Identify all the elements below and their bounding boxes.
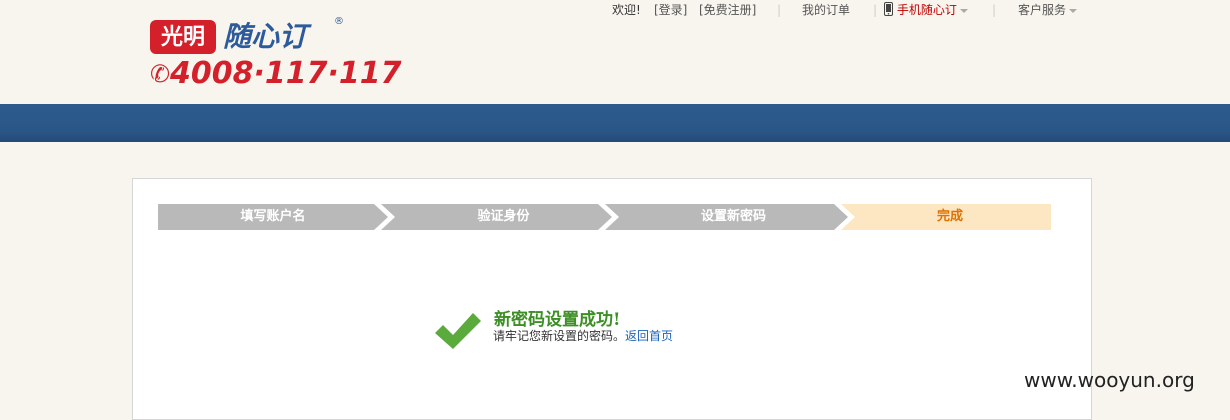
login-link[interactable]: [登录]	[654, 0, 687, 20]
step-1-label: 填写账户名	[240, 209, 306, 224]
my-orders-link[interactable]: 我的订单	[802, 0, 850, 20]
brand-logo-box: 光明	[150, 20, 216, 54]
mobile-app-label: 手机随心订	[896, 3, 957, 17]
back-to-home-link[interactable]: 返回首页	[625, 329, 673, 343]
step-2-label: 验证身份	[477, 209, 530, 224]
success-desc-text: 请牢记您新设置的密码。	[493, 329, 626, 343]
step-4-label: 完成	[936, 209, 963, 224]
phone-handset-icon: ✆	[150, 60, 171, 88]
customer-service-menu[interactable]: 客户服务	[1018, 0, 1078, 20]
main-nav-bar	[0, 104, 1230, 142]
customer-service-label: 客户服务	[1018, 3, 1067, 17]
mobile-app-menu[interactable]: 手机随心订	[884, 0, 968, 20]
progress-steps: 填写账户名 验证身份 设置新密码 完成	[158, 204, 1051, 230]
checkmark-icon	[435, 313, 481, 349]
chevron-down-icon	[959, 8, 968, 13]
mobile-phone-icon	[884, 2, 893, 16]
chevron-down-icon	[1069, 8, 1078, 13]
success-description: 请牢记您新设置的密码。返回首页	[493, 327, 673, 344]
separator: |	[992, 3, 997, 17]
success-message: 新密码设置成功! 请牢记您新设置的密码。返回首页	[433, 309, 753, 369]
registered-mark: ®	[334, 16, 344, 27]
watermark: www.wooyun.org	[1024, 368, 1195, 392]
register-link[interactable]: [免费注册]	[699, 0, 756, 20]
hotline-number: 4008·117·117	[170, 56, 402, 91]
site-logo[interactable]: 光明 随心订 ® ✆ 4008·117·117	[150, 16, 402, 92]
top-header: 光明 随心订 ® ✆ 4008·117·117 欢迎! [登录] [免费注册] …	[0, 0, 1230, 104]
separator: |	[777, 3, 782, 17]
welcome-text: 欢迎!	[612, 3, 641, 17]
brand-name: 随心订	[223, 20, 308, 53]
content-panel: 填写账户名 验证身份 设置新密码 完成 新密码设置成功! 请牢记您新设置的密码。…	[132, 178, 1092, 420]
separator: |	[873, 3, 878, 17]
step-3-label: 设置新密码	[700, 209, 766, 224]
